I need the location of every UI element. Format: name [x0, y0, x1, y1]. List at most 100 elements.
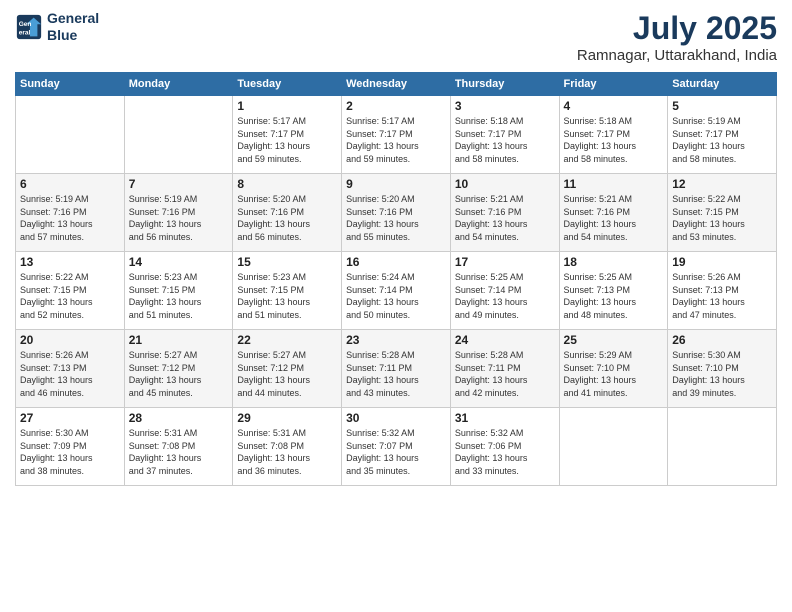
day-number: 19 [672, 255, 772, 269]
day-info: Sunrise: 5:20 AM Sunset: 7:16 PM Dayligh… [237, 193, 337, 243]
week-row-4: 20 Sunrise: 5:26 AM Sunset: 7:13 PM Dayli… [16, 330, 777, 408]
th-tuesday: Tuesday [233, 73, 342, 96]
calendar-cell: 28 Sunrise: 5:31 AM Sunset: 7:08 PM Dayli… [124, 408, 233, 486]
logo: Gen eral General Blue [15, 10, 99, 44]
day-info: Sunrise: 5:18 AM Sunset: 7:17 PM Dayligh… [455, 115, 555, 165]
day-number: 14 [129, 255, 229, 269]
day-info: Sunrise: 5:29 AM Sunset: 7:10 PM Dayligh… [564, 349, 664, 399]
day-number: 11 [564, 177, 664, 191]
day-info: Sunrise: 5:28 AM Sunset: 7:11 PM Dayligh… [455, 349, 555, 399]
day-info: Sunrise: 5:19 AM Sunset: 7:16 PM Dayligh… [20, 193, 120, 243]
day-number: 16 [346, 255, 446, 269]
day-number: 23 [346, 333, 446, 347]
day-number: 25 [564, 333, 664, 347]
calendar-cell: 17 Sunrise: 5:25 AM Sunset: 7:14 PM Dayli… [450, 252, 559, 330]
day-number: 15 [237, 255, 337, 269]
title-location: Ramnagar, Uttarakhand, India [577, 47, 777, 64]
th-sunday: Sunday [16, 73, 125, 96]
calendar-cell: 4Sunrise: 5:18 AM Sunset: 7:17 PM Daylig… [559, 96, 668, 174]
day-number: 18 [564, 255, 664, 269]
logo-line1: General [47, 10, 99, 27]
logo-text: General Blue [47, 10, 99, 44]
header-row: Sunday Monday Tuesday Wednesday Thursday… [16, 73, 777, 96]
day-number: 6 [20, 177, 120, 191]
day-info: Sunrise: 5:31 AM Sunset: 7:08 PM Dayligh… [129, 427, 229, 477]
day-info: Sunrise: 5:24 AM Sunset: 7:14 PM Dayligh… [346, 271, 446, 321]
day-number: 20 [20, 333, 120, 347]
day-info: Sunrise: 5:26 AM Sunset: 7:13 PM Dayligh… [672, 271, 772, 321]
title-block: July 2025 Ramnagar, Uttarakhand, India [577, 10, 777, 64]
day-info: Sunrise: 5:28 AM Sunset: 7:11 PM Dayligh… [346, 349, 446, 399]
day-info: Sunrise: 5:21 AM Sunset: 7:16 PM Dayligh… [455, 193, 555, 243]
day-number: 24 [455, 333, 555, 347]
calendar-cell: 1Sunrise: 5:17 AM Sunset: 7:17 PM Daylig… [233, 96, 342, 174]
day-number: 27 [20, 411, 120, 425]
day-number: 17 [455, 255, 555, 269]
day-info: Sunrise: 5:19 AM Sunset: 7:16 PM Dayligh… [129, 193, 229, 243]
day-info: Sunrise: 5:21 AM Sunset: 7:16 PM Dayligh… [564, 193, 664, 243]
calendar-cell [668, 408, 777, 486]
calendar-cell [124, 96, 233, 174]
day-info: Sunrise: 5:27 AM Sunset: 7:12 PM Dayligh… [237, 349, 337, 399]
calendar-cell: 25 Sunrise: 5:29 AM Sunset: 7:10 PM Dayli… [559, 330, 668, 408]
calendar-cell: 24 Sunrise: 5:28 AM Sunset: 7:11 PM Dayli… [450, 330, 559, 408]
day-info: Sunrise: 5:32 AM Sunset: 7:07 PM Dayligh… [346, 427, 446, 477]
calendar-cell: 8Sunrise: 5:20 AM Sunset: 7:16 PM Daylig… [233, 174, 342, 252]
page: Gen eral General Blue July 2025 Ramnagar… [0, 0, 792, 612]
logo-line2: Blue [47, 27, 99, 44]
day-info: Sunrise: 5:30 AM Sunset: 7:09 PM Dayligh… [20, 427, 120, 477]
day-number: 21 [129, 333, 229, 347]
day-info: Sunrise: 5:32 AM Sunset: 7:06 PM Dayligh… [455, 427, 555, 477]
day-number: 12 [672, 177, 772, 191]
calendar-cell: 30 Sunrise: 5:32 AM Sunset: 7:07 PM Dayli… [342, 408, 451, 486]
day-number: 30 [346, 411, 446, 425]
calendar-cell: 9Sunrise: 5:20 AM Sunset: 7:16 PM Daylig… [342, 174, 451, 252]
day-number: 7 [129, 177, 229, 191]
th-friday: Friday [559, 73, 668, 96]
day-info: Sunrise: 5:26 AM Sunset: 7:13 PM Dayligh… [20, 349, 120, 399]
calendar-cell: 31 Sunrise: 5:32 AM Sunset: 7:06 PM Dayli… [450, 408, 559, 486]
th-saturday: Saturday [668, 73, 777, 96]
calendar-cell: 2 Sunrise: 5:17 AM Sunset: 7:17 PM Daylig… [342, 96, 451, 174]
week-row-3: 13Sunrise: 5:22 AM Sunset: 7:15 PM Dayli… [16, 252, 777, 330]
day-info: Sunrise: 5:23 AM Sunset: 7:15 PM Dayligh… [237, 271, 337, 321]
day-info: Sunrise: 5:18 AM Sunset: 7:17 PM Dayligh… [564, 115, 664, 165]
day-info: Sunrise: 5:25 AM Sunset: 7:14 PM Dayligh… [455, 271, 555, 321]
day-info: Sunrise: 5:23 AM Sunset: 7:15 PM Dayligh… [129, 271, 229, 321]
th-wednesday: Wednesday [342, 73, 451, 96]
title-month: July 2025 [577, 10, 777, 47]
day-info: Sunrise: 5:20 AM Sunset: 7:16 PM Dayligh… [346, 193, 446, 243]
calendar-cell: 16 Sunrise: 5:24 AM Sunset: 7:14 PM Dayli… [342, 252, 451, 330]
day-number: 22 [237, 333, 337, 347]
day-number: 2 [346, 99, 446, 113]
calendar-cell: 7 Sunrise: 5:19 AM Sunset: 7:16 PM Daylig… [124, 174, 233, 252]
calendar-cell: 3 Sunrise: 5:18 AM Sunset: 7:17 PM Daylig… [450, 96, 559, 174]
header: Gen eral General Blue July 2025 Ramnagar… [15, 10, 777, 64]
day-info: Sunrise: 5:31 AM Sunset: 7:08 PM Dayligh… [237, 427, 337, 477]
calendar-cell: 21Sunrise: 5:27 AM Sunset: 7:12 PM Dayli… [124, 330, 233, 408]
calendar-cell: 19 Sunrise: 5:26 AM Sunset: 7:13 PM Dayli… [668, 252, 777, 330]
svg-text:Gen: Gen [19, 21, 32, 28]
day-number: 29 [237, 411, 337, 425]
calendar-cell: 10Sunrise: 5:21 AM Sunset: 7:16 PM Dayli… [450, 174, 559, 252]
calendar-cell [16, 96, 125, 174]
th-monday: Monday [124, 73, 233, 96]
calendar-cell: 15 Sunrise: 5:23 AM Sunset: 7:15 PM Dayli… [233, 252, 342, 330]
calendar-cell: 6 Sunrise: 5:19 AM Sunset: 7:16 PM Daylig… [16, 174, 125, 252]
calendar-cell: 23 Sunrise: 5:28 AM Sunset: 7:11 PM Dayli… [342, 330, 451, 408]
week-row-5: 27 Sunrise: 5:30 AM Sunset: 7:09 PM Dayli… [16, 408, 777, 486]
calendar-cell: 20 Sunrise: 5:26 AM Sunset: 7:13 PM Dayli… [16, 330, 125, 408]
calendar-cell: 12Sunrise: 5:22 AM Sunset: 7:15 PM Dayli… [668, 174, 777, 252]
calendar-cell: 22 Sunrise: 5:27 AM Sunset: 7:12 PM Dayli… [233, 330, 342, 408]
logo-icon: Gen eral [15, 13, 43, 41]
day-info: Sunrise: 5:17 AM Sunset: 7:17 PM Dayligh… [346, 115, 446, 165]
day-info: Sunrise: 5:25 AM Sunset: 7:13 PM Dayligh… [564, 271, 664, 321]
calendar: Sunday Monday Tuesday Wednesday Thursday… [15, 72, 777, 486]
day-number: 28 [129, 411, 229, 425]
calendar-cell [559, 408, 668, 486]
day-number: 3 [455, 99, 555, 113]
day-number: 31 [455, 411, 555, 425]
calendar-cell: 29 Sunrise: 5:31 AM Sunset: 7:08 PM Dayli… [233, 408, 342, 486]
day-info: Sunrise: 5:19 AM Sunset: 7:17 PM Dayligh… [672, 115, 772, 165]
th-thursday: Thursday [450, 73, 559, 96]
